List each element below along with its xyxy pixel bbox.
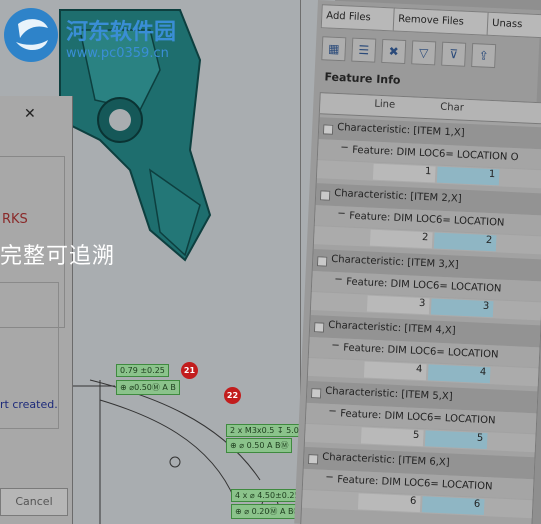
tree-view-icon[interactable]: ☰ [351, 37, 377, 63]
watermark-title: 河东软件园 [66, 20, 177, 45]
char-number-cell: 6 [421, 496, 485, 516]
tolerance-label[interactable]: 0.79 ±0.25 [116, 364, 169, 377]
file-toolbar: Add Files Remove Files Unass [317, 4, 541, 39]
collapse-icon[interactable]: − [331, 340, 340, 351]
collapse-icon[interactable]: − [325, 472, 334, 483]
feature-label: Feature: DIM LOC6= LOCATION [348, 210, 505, 229]
unassign-label: Unass [491, 17, 523, 31]
column-header-char[interactable]: Char [440, 102, 464, 114]
collapse-icon[interactable]: − [337, 208, 346, 219]
add-files-label: Add Files [326, 10, 371, 24]
row-checkbox[interactable] [319, 190, 331, 201]
row-checkbox[interactable] [322, 124, 334, 135]
feature-panel: Add Files Remove Files Unass ▦ ☰ ✖ ▽ ⊽ ⇪… [294, 0, 541, 524]
delete-icon[interactable]: ✖ [381, 38, 407, 65]
feature-label: Feature: DIM LOC6= LOCATION O [351, 144, 519, 164]
row-checkbox[interactable] [313, 322, 325, 333]
filter-clear-icon[interactable]: ⊽ [441, 41, 467, 67]
close-icon[interactable]: ✕ [24, 106, 36, 122]
remove-files-button[interactable]: Remove Files [392, 7, 490, 36]
characteristic-label: Characteristic: [ITEM 5,X] [325, 385, 453, 403]
cancel-button[interactable]: Cancel [0, 488, 68, 516]
feature-control-frame[interactable]: ⊕ ⌀0.50Ⓜ A B [116, 380, 180, 395]
line-number-cell: 4 [363, 361, 427, 381]
row-checkbox[interactable] [310, 388, 322, 399]
line-number-cell: 6 [357, 493, 421, 513]
feature-control-frame[interactable]: ⊕ ⌀ 0.50 A BⓂ [226, 438, 293, 453]
characteristic-label: Characteristic: [ITEM 6,X] [322, 451, 450, 469]
watermark-url: www.pc0359.cn [66, 46, 169, 61]
collapse-icon[interactable]: − [328, 406, 337, 417]
balloon-marker[interactable]: 21 [181, 362, 198, 379]
feature-label: Feature: DIM LOC6= LOCATION [339, 408, 496, 427]
remove-files-label: Remove Files [397, 13, 465, 28]
line-number-cell: 2 [369, 229, 433, 249]
char-number-cell: 4 [427, 364, 491, 384]
char-number-cell: 1 [436, 166, 500, 186]
filter-icon[interactable]: ▽ [411, 40, 437, 66]
characteristic-label: Characteristic: [ITEM 2,X] [333, 187, 462, 205]
watermark-logo-icon [4, 8, 58, 62]
unassign-button[interactable]: Unass [486, 11, 541, 39]
export-icon[interactable]: ⇪ [471, 43, 497, 69]
char-number-cell: 3 [430, 298, 494, 318]
tolerance-label[interactable]: 2 x M3x0.5 ↧ 5.00 [226, 424, 308, 437]
feature-label: Feature: DIM LOC6= LOCATION [342, 342, 499, 361]
line-number-cell: 1 [372, 163, 436, 183]
balloon-marker[interactable]: 22 [224, 387, 241, 404]
feature-label: Feature: DIM LOC6= LOCATION [345, 276, 502, 295]
characteristic-label: Characteristic: [ITEM 1,X] [336, 122, 465, 139]
column-header-line[interactable]: Line [374, 99, 395, 111]
collapse-icon[interactable]: − [340, 142, 349, 153]
char-number-cell: 5 [424, 430, 488, 450]
dialog-brand-text: RKS [2, 212, 28, 227]
watermark-logo-graphic [16, 19, 48, 51]
collapse-icon[interactable]: − [334, 274, 343, 285]
characteristic-label: Characteristic: [ITEM 3,X] [330, 253, 459, 271]
dialog-status-message: rt created. [0, 398, 58, 411]
feature-tree-grid[interactable]: Line Char Characteristic: [ITEM 1,X] − Fea… [299, 92, 541, 524]
row-checkbox[interactable] [316, 256, 328, 267]
screenshot-scene: G F E D 0.79 ±0.25 ⊕ ⌀0.50Ⓜ A B 21 22 2 … [0, 0, 541, 524]
line-number-cell: 5 [360, 427, 424, 447]
tool-icon-bar: ▦ ☰ ✖ ▽ ⊽ ⇪ [321, 36, 497, 69]
caption-overlay: 完整可追溯 [0, 244, 116, 269]
line-number-cell: 3 [366, 295, 430, 315]
characteristic-label: Characteristic: [ITEM 4,X] [328, 319, 456, 337]
dialog-window: ✕ RKS rt created. Cancel [0, 96, 73, 524]
tolerance-label[interactable]: 4 x ⌀ 4.50±0.25 [231, 489, 304, 502]
add-files-button[interactable]: Add Files [320, 4, 396, 32]
feature-label: Feature: DIM LOC6= LOCATION [337, 474, 493, 493]
grid-view-icon[interactable]: ▦ [321, 36, 347, 62]
char-number-cell: 2 [433, 232, 497, 252]
feature-info-title: Feature Info [324, 70, 401, 87]
row-checkbox[interactable] [307, 454, 319, 465]
